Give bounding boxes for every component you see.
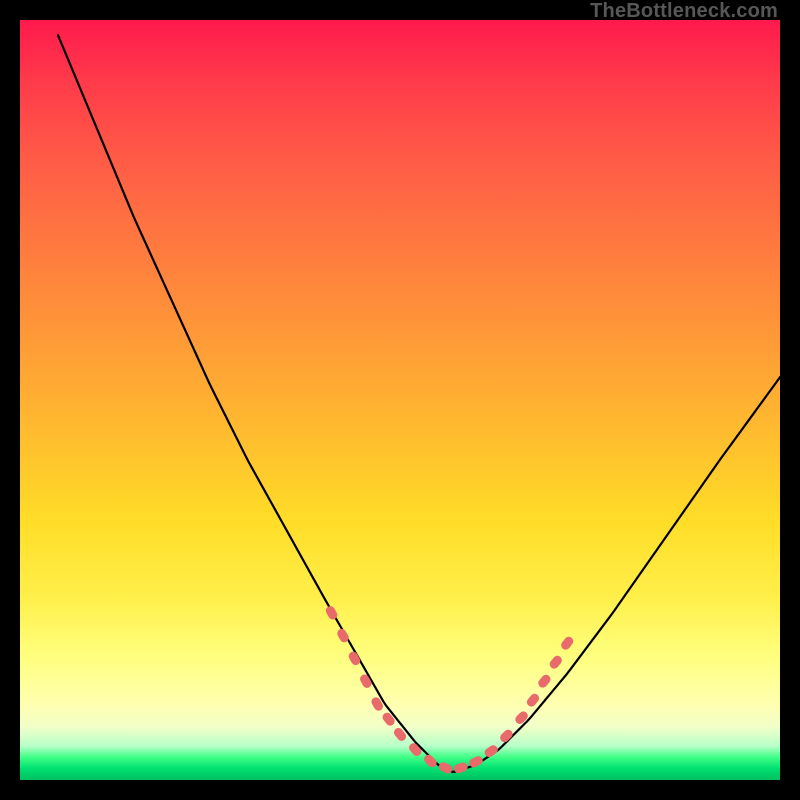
curve-marker xyxy=(483,743,500,758)
curve-marker xyxy=(437,761,454,775)
curve-svg xyxy=(20,20,780,780)
curve-marker xyxy=(498,728,514,744)
curve-marker xyxy=(407,741,423,757)
curve-marker xyxy=(536,673,552,690)
curve-marker xyxy=(548,654,564,671)
curve-marker xyxy=(358,673,373,690)
chart-frame xyxy=(18,18,782,782)
plot-area xyxy=(20,20,780,780)
curve-marker xyxy=(513,710,529,726)
curve-marker xyxy=(422,753,438,769)
curve-marker xyxy=(525,692,541,709)
watermark-text: TheBottleneck.com xyxy=(590,0,778,23)
curve-marker xyxy=(381,711,397,728)
bottleneck-curve xyxy=(58,35,780,772)
curve-marker xyxy=(559,635,575,652)
curve-marker xyxy=(347,650,362,667)
marker-group xyxy=(324,604,575,775)
